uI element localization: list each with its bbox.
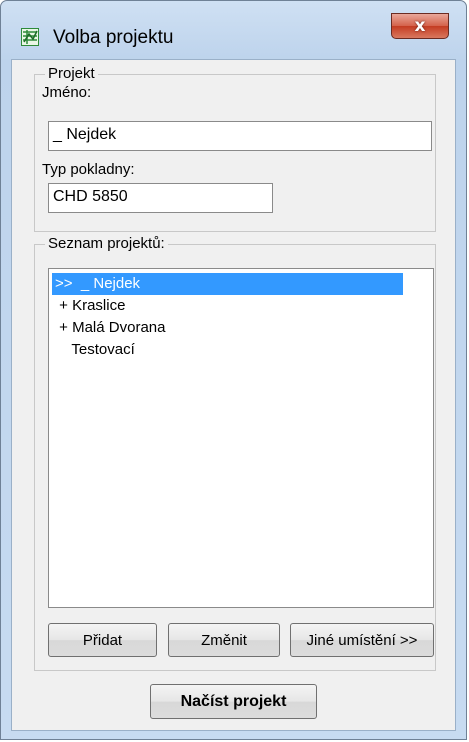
close-button[interactable]: x — [391, 13, 449, 39]
list-item[interactable]: + Kraslice — [52, 295, 125, 317]
add-button[interactable]: Přidat — [48, 623, 157, 657]
register-type-field[interactable]: CHD 5850 — [48, 183, 273, 213]
spreadsheet-icon — [21, 28, 39, 46]
change-button[interactable]: Změnit — [168, 623, 280, 657]
project-listbox[interactable]: >> _ Nejdek + Kraslice + Malá Dvorana Te… — [48, 268, 434, 608]
window-title: Volba projektu — [53, 27, 174, 48]
dialog-client-area: Projekt Jméno: _ Nejdek Typ pokladny: CH… — [11, 59, 456, 731]
title-bar[interactable]: Volba projektu x — [1, 1, 466, 57]
load-project-button[interactable]: Načíst projekt — [150, 684, 317, 719]
project-list-groupbox: Seznam projektů: >> _ Nejdek + Kraslice … — [34, 235, 436, 671]
name-field[interactable]: _ Nejdek — [48, 121, 432, 151]
project-groupbox: Projekt Jméno: _ Nejdek Typ pokladny: CH… — [34, 65, 436, 232]
list-item[interactable]: >> _ Nejdek — [52, 273, 403, 295]
name-label: Jméno: — [42, 84, 92, 101]
other-location-button[interactable]: Jiné umístění >> — [290, 623, 434, 657]
project-group-legend: Projekt — [45, 65, 98, 82]
list-item[interactable]: Testovací — [52, 339, 134, 361]
project-list-legend: Seznam projektů: — [45, 235, 168, 252]
list-item[interactable]: + Malá Dvorana — [52, 317, 165, 339]
register-type-label: Typ pokladny: — [42, 161, 135, 178]
close-icon: x — [414, 16, 426, 36]
dialog-window: Volba projektu x Projekt Jméno: _ Nejdek… — [0, 0, 467, 740]
